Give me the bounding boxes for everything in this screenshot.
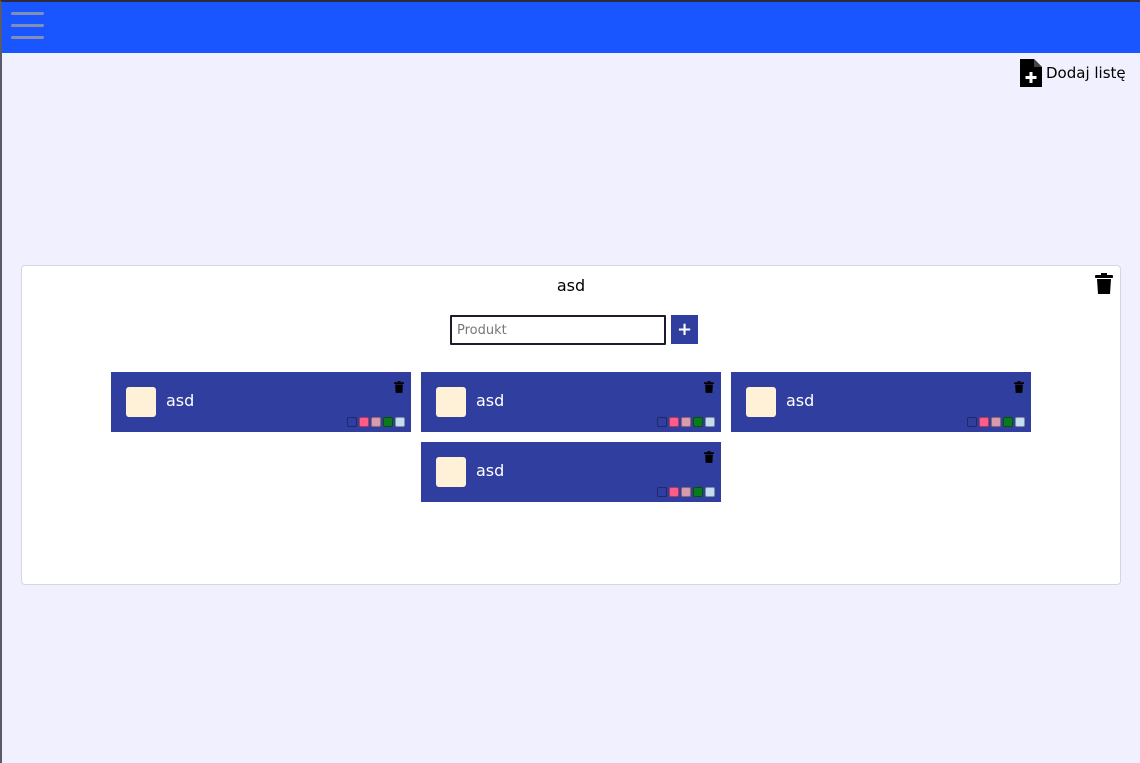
color-swatches (657, 487, 715, 497)
color-swatch[interactable] (681, 487, 691, 497)
color-swatch[interactable] (693, 487, 703, 497)
color-swatch[interactable] (693, 417, 703, 427)
list-title: asd (556, 276, 586, 295)
item-checkbox[interactable] (126, 387, 156, 417)
add-list-button[interactable]: Dodaj listę (1020, 59, 1126, 87)
item-label: asd (166, 391, 195, 410)
color-swatch[interactable] (1015, 417, 1025, 427)
color-swatch[interactable] (681, 417, 691, 427)
color-swatch[interactable] (669, 417, 679, 427)
list-item[interactable]: asd (111, 372, 411, 432)
color-swatch[interactable] (657, 417, 667, 427)
color-swatch[interactable] (991, 417, 1001, 427)
add-list-label: Dodaj listę (1046, 64, 1126, 82)
trash-icon[interactable] (1014, 378, 1024, 397)
item-label: asd (476, 391, 505, 410)
color-swatches (967, 417, 1025, 427)
list-item[interactable]: asd (731, 372, 1031, 432)
list-item[interactable]: asd (421, 442, 721, 502)
color-swatch[interactable] (669, 487, 679, 497)
item-label: asd (786, 391, 815, 410)
trash-icon[interactable] (704, 448, 714, 467)
add-product-row: + (450, 315, 698, 345)
shopping-list-card: asd + asd asd asd asd (21, 265, 1121, 585)
trash-icon[interactable] (704, 378, 714, 397)
color-swatch[interactable] (705, 487, 715, 497)
color-swatches (347, 417, 405, 427)
file-plus-icon (1020, 59, 1042, 87)
color-swatch[interactable] (347, 417, 357, 427)
item-checkbox[interactable] (436, 387, 466, 417)
color-swatch[interactable] (371, 417, 381, 427)
color-swatch[interactable] (705, 417, 715, 427)
trash-icon[interactable] (1095, 273, 1113, 298)
color-swatches (657, 417, 715, 427)
product-input[interactable] (450, 315, 666, 345)
top-bar (2, 2, 1140, 53)
color-swatch[interactable] (359, 417, 369, 427)
hamburger-menu-icon[interactable] (11, 12, 44, 40)
color-swatch[interactable] (979, 417, 989, 427)
item-checkbox[interactable] (746, 387, 776, 417)
item-label: asd (476, 461, 505, 480)
trash-icon[interactable] (394, 378, 404, 397)
item-checkbox[interactable] (436, 457, 466, 487)
list-item[interactable]: asd (421, 372, 721, 432)
color-swatch[interactable] (383, 417, 393, 427)
color-swatch[interactable] (657, 487, 667, 497)
add-product-button[interactable]: + (671, 315, 698, 344)
color-swatch[interactable] (1003, 417, 1013, 427)
color-swatch[interactable] (967, 417, 977, 427)
color-swatch[interactable] (395, 417, 405, 427)
